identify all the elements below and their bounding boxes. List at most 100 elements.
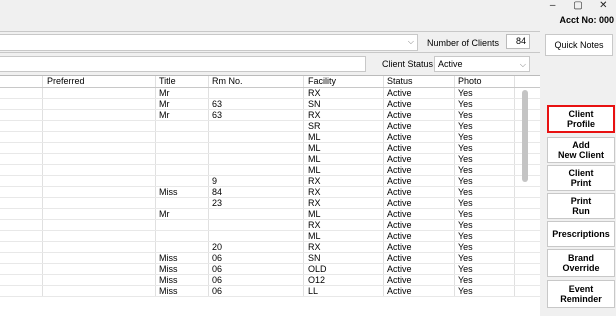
cell-status: Active (384, 286, 455, 296)
filter-bar-top: ⌵ Number of Clients 84 (0, 31, 540, 53)
cell-photo: Yes (455, 275, 515, 285)
column-header-title[interactable]: Title (156, 76, 209, 87)
cell-photo: Yes (455, 286, 515, 296)
table-row[interactable]: Miss 84 RX Active Yes (0, 187, 540, 198)
event-reminder-button[interactable]: Event Reminder (547, 280, 615, 308)
cell-rm-no (209, 88, 304, 98)
table-row[interactable]: ML Active Yes (0, 165, 540, 176)
cell-title: Mr (156, 209, 209, 219)
cell-preferred (43, 220, 156, 230)
table-row[interactable]: 20 RX Active Yes (0, 242, 540, 253)
table-row[interactable]: Mr ML Active Yes (0, 209, 540, 220)
number-of-clients-label: Number of Clients (427, 38, 500, 48)
filter-bar-status: Client Status Active ⌵ (0, 55, 540, 73)
top-strip (0, 0, 540, 30)
vertical-scrollbar[interactable] (522, 90, 528, 182)
cell-rm-no (209, 121, 304, 131)
chevron-down-icon[interactable]: ⌵ (520, 58, 526, 72)
client-search-combo[interactable]: ⌵ (0, 34, 418, 51)
cell (0, 286, 43, 296)
client-status-select[interactable]: Active ⌵ (434, 56, 530, 72)
cell-rm-no: 23 (209, 198, 304, 208)
cell-rm-no: 20 (209, 242, 304, 252)
table-row[interactable]: Mr RX Active Yes (0, 88, 540, 99)
cell-facility: OLD (304, 264, 384, 274)
table-row[interactable]: 9 RX Active Yes (0, 176, 540, 187)
column-header-preferred[interactable]: Preferred (43, 76, 156, 87)
action-panel: Quick Notes Client Profile Add New Client… (540, 0, 616, 316)
cell-status: Active (384, 143, 455, 153)
table-row[interactable]: Mr 63 SN Active Yes (0, 99, 540, 110)
table-row[interactable]: Miss 06 SN Active Yes (0, 253, 540, 264)
cell-status: Active (384, 165, 455, 175)
cell-preferred (43, 209, 156, 219)
cell-preferred (43, 253, 156, 263)
table-row[interactable]: RX Active Yes (0, 220, 540, 231)
cell-title (156, 176, 209, 186)
table-row[interactable]: Miss 06 LL Active Yes (0, 286, 540, 297)
table-row[interactable]: ML Active Yes (0, 154, 540, 165)
cell-preferred (43, 165, 156, 175)
cell-status: Active (384, 121, 455, 131)
cell (0, 253, 43, 263)
client-status-label: Client Status (382, 59, 434, 69)
cell-photo: Yes (455, 165, 515, 175)
column-header-facility[interactable]: Facility (304, 76, 384, 87)
cell (0, 154, 43, 164)
secondary-filter-field[interactable] (0, 56, 366, 72)
cell-facility: RX (304, 187, 384, 197)
quick-notes-button[interactable]: Quick Notes (545, 34, 613, 56)
cell-facility: ML (304, 209, 384, 219)
table-row[interactable]: ML Active Yes (0, 231, 540, 242)
cell-status: Active (384, 176, 455, 186)
table-row[interactable]: Mr 63 RX Active Yes (0, 110, 540, 121)
print-run-button[interactable]: Print Run (547, 193, 615, 219)
cell-rm-no: 63 (209, 110, 304, 120)
table-row[interactable]: ML Active Yes (0, 143, 540, 154)
cell-preferred (43, 231, 156, 241)
column-header[interactable] (0, 76, 43, 87)
table-row[interactable]: Miss 06 O12 Active Yes (0, 275, 540, 286)
cell-status: Active (384, 198, 455, 208)
cell-title: Miss (156, 275, 209, 285)
cell-photo: Yes (455, 121, 515, 131)
client-print-button[interactable]: Client Print (547, 165, 615, 191)
cell-rm-no: 06 (209, 253, 304, 263)
cell-preferred (43, 88, 156, 98)
cell-rm-no (209, 165, 304, 175)
add-new-client-button[interactable]: Add New Client (547, 137, 615, 163)
cell-preferred (43, 121, 156, 131)
table-row[interactable]: ML Active Yes (0, 132, 540, 143)
column-header-rm-no[interactable]: Rm No. (209, 76, 304, 87)
table-row[interactable]: 23 RX Active Yes (0, 198, 540, 209)
cell-title (156, 121, 209, 131)
cell-title (156, 242, 209, 252)
cell (0, 264, 43, 274)
table-row[interactable]: SR Active Yes (0, 121, 540, 132)
prescriptions-button[interactable]: Prescriptions (547, 221, 615, 247)
cell (0, 242, 43, 252)
cell-preferred (43, 99, 156, 109)
cell-status: Active (384, 99, 455, 109)
cell-status: Active (384, 209, 455, 219)
cell-facility: SR (304, 121, 384, 131)
cell-status: Active (384, 242, 455, 252)
cell-facility: LL (304, 286, 384, 296)
brand-override-button[interactable]: Brand Override (547, 249, 615, 277)
column-header-photo[interactable]: Photo (455, 76, 515, 87)
table-row[interactable]: Miss 06 OLD Active Yes (0, 264, 540, 275)
cell-facility: ML (304, 165, 384, 175)
cell-rm-no: 84 (209, 187, 304, 197)
cell (0, 132, 43, 142)
cell-rm-no (209, 132, 304, 142)
chevron-down-icon[interactable]: ⌵ (408, 37, 414, 47)
cell-photo: Yes (455, 253, 515, 263)
cell (0, 143, 43, 153)
cell-title: Mr (156, 110, 209, 120)
cell-facility: ML (304, 154, 384, 164)
cell-title (156, 143, 209, 153)
cell (0, 88, 43, 98)
client-profile-button[interactable]: Client Profile (547, 105, 615, 133)
column-header-status[interactable]: Status (384, 76, 455, 87)
cell-preferred (43, 176, 156, 186)
